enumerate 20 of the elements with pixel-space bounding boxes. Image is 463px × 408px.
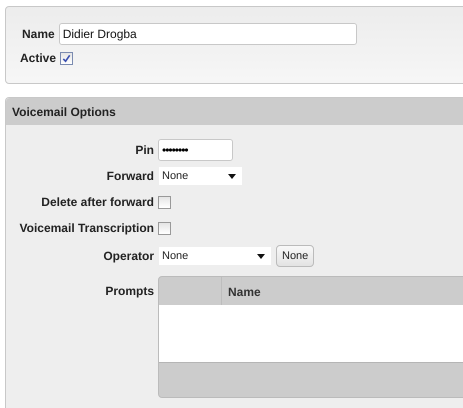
active-checkbox[interactable] [60, 52, 74, 64]
field-label: Operator [102, 249, 154, 263]
name-field[interactable]: Didier Drogba [58, 23, 357, 45]
field-label: Prompts [104, 284, 154, 298]
field-label: Delete after forward [40, 195, 154, 209]
name-label: Name [22, 27, 55, 41]
caret-icon [257, 254, 265, 258]
panel-title: Voicemail Options [12, 104, 116, 118]
field-label: Pin [134, 143, 154, 157]
field-label: Forward [106, 169, 154, 183]
column-header[interactable]: Name [222, 277, 267, 305]
checkbox[interactable] [158, 222, 171, 234]
clear-button[interactable]: None [276, 245, 314, 267]
active-label: Active [20, 51, 56, 65]
caret-icon [228, 174, 236, 178]
field-label: Voicemail Transcription [18, 221, 154, 235]
checkbox[interactable] [158, 196, 171, 208]
dropdown[interactable]: None [158, 166, 243, 186]
pin-field[interactable]: •••••••• [158, 139, 233, 161]
dropdown[interactable]: None [158, 246, 272, 266]
